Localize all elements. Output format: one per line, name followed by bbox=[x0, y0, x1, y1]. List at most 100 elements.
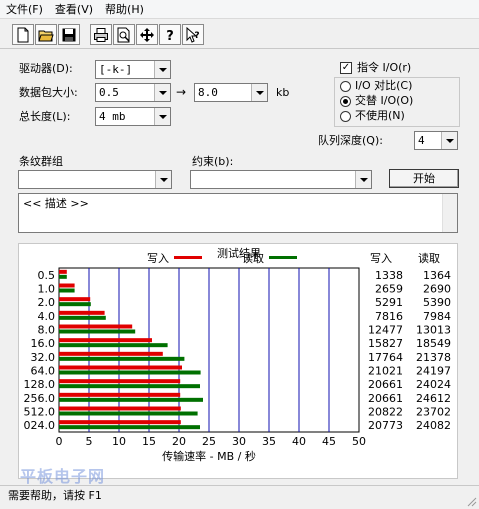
y-tick-label: 64.0 bbox=[31, 365, 56, 378]
y-tick-label: 2.0 bbox=[38, 296, 56, 309]
io-none-label: 不使用(N) bbox=[355, 109, 405, 122]
context-help-icon[interactable]: ? bbox=[182, 24, 204, 45]
drive-select[interactable]: [-k-] bbox=[95, 60, 171, 79]
bar-read bbox=[59, 411, 198, 416]
results-chart: 测试结果写入 读取 写入 读取0 5 10 15 20 25 30 35 40 45 50传输速率 - M… bbox=[24, 247, 452, 463]
bar-read bbox=[59, 425, 200, 430]
bar-write bbox=[59, 351, 163, 356]
io-compare-radio[interactable] bbox=[340, 81, 351, 92]
x-tick-label: 10 bbox=[112, 435, 126, 448]
description-textarea[interactable]: << 描述 >> bbox=[18, 193, 458, 233]
total-length-label: 总长度(L): bbox=[19, 110, 71, 123]
svg-text:?: ? bbox=[194, 31, 199, 41]
bar-read bbox=[59, 329, 136, 334]
chevron-down-icon[interactable] bbox=[155, 171, 171, 188]
queue-depth-select[interactable]: 4 bbox=[414, 131, 458, 150]
io-overlap-radio[interactable] bbox=[340, 96, 351, 107]
print-preview-icon[interactable] bbox=[113, 24, 135, 45]
x-tick-label: 35 bbox=[262, 435, 276, 448]
write-column-header: 写入 bbox=[370, 252, 392, 265]
chevron-down-icon[interactable] bbox=[441, 132, 457, 149]
status-bar: 需要帮助，请按 F1 bbox=[0, 485, 479, 509]
bar-read bbox=[59, 274, 67, 279]
read-value: 24197 bbox=[416, 365, 451, 378]
legend-label-write: 写入 bbox=[147, 252, 169, 265]
read-column-header: 读取 bbox=[418, 251, 440, 265]
bar-write bbox=[59, 420, 181, 425]
write-value: 12477 bbox=[368, 324, 403, 337]
write-value: 7816 bbox=[375, 310, 403, 323]
bar-read bbox=[59, 288, 75, 293]
y-tick-label: 0.5 bbox=[38, 269, 56, 282]
x-tick-label: 45 bbox=[322, 435, 336, 448]
bar-read bbox=[59, 343, 168, 348]
description-text: << 描述 >> bbox=[23, 197, 89, 210]
help-icon[interactable]: ? bbox=[159, 24, 181, 45]
bar-write bbox=[59, 283, 75, 288]
constraint-select[interactable] bbox=[190, 170, 372, 189]
stripe-group-select[interactable] bbox=[18, 170, 172, 189]
y-tick-label: 512.0 bbox=[24, 406, 56, 419]
chevron-down-icon[interactable] bbox=[251, 84, 267, 101]
drive-label: 驱动器(D): bbox=[19, 62, 73, 75]
packet-to-select[interactable]: 8.0 bbox=[194, 83, 268, 102]
x-tick-label: 30 bbox=[232, 435, 246, 448]
bar-write bbox=[59, 392, 181, 397]
queue-depth-label: 队列深度(Q): bbox=[318, 134, 383, 147]
chevron-down-icon[interactable] bbox=[154, 108, 170, 125]
y-tick-label: 8.0 bbox=[38, 324, 56, 337]
packet-unit: kb bbox=[276, 86, 290, 99]
packet-from-value: 0.5 bbox=[99, 86, 119, 99]
bar-write bbox=[59, 324, 133, 329]
y-tick-label: 128.0 bbox=[24, 378, 56, 391]
menu-bar: 文件(F) 查看(V) 帮助(H) bbox=[0, 0, 479, 19]
read-value: 18549 bbox=[416, 337, 451, 350]
io-compare-label: I/O 对比(C) bbox=[355, 79, 413, 92]
bar-write bbox=[59, 297, 91, 302]
packet-to-value: 8.0 bbox=[198, 86, 218, 99]
menu-help[interactable]: 帮助(H) bbox=[99, 0, 150, 19]
chevron-down-icon[interactable] bbox=[355, 171, 371, 188]
chevron-down-icon[interactable] bbox=[154, 61, 170, 78]
chevron-down-icon[interactable] bbox=[154, 84, 170, 101]
packet-from-select[interactable]: 0.5 bbox=[95, 83, 171, 102]
move-icon[interactable] bbox=[136, 24, 158, 45]
new-icon[interactable] bbox=[12, 24, 34, 45]
bar-write bbox=[59, 269, 67, 274]
bar-read bbox=[59, 315, 106, 320]
open-icon[interactable] bbox=[35, 24, 57, 45]
y-tick-label: 256.0 bbox=[24, 392, 56, 405]
write-value: 21021 bbox=[368, 365, 403, 378]
read-value: 7984 bbox=[423, 310, 451, 323]
io-none-radio[interactable] bbox=[340, 111, 351, 122]
write-value: 20661 bbox=[368, 392, 403, 405]
menu-view[interactable]: 查看(V) bbox=[49, 0, 99, 19]
write-value: 20822 bbox=[368, 406, 403, 419]
x-tick-label: 15 bbox=[142, 435, 156, 448]
read-value: 24612 bbox=[416, 392, 451, 405]
resize-grip-icon[interactable] bbox=[465, 495, 477, 507]
save-icon[interactable] bbox=[58, 24, 80, 45]
read-value: 5390 bbox=[423, 296, 451, 309]
print-icon[interactable] bbox=[90, 24, 112, 45]
description-scrollbar[interactable] bbox=[442, 194, 457, 232]
total-length-value: 4 mb bbox=[99, 110, 126, 123]
y-tick-label: 4.0 bbox=[38, 310, 56, 323]
direct-io-checkbox[interactable]: ✓ bbox=[340, 62, 352, 74]
y-tick-label: 024.0 bbox=[24, 419, 56, 432]
bar-read bbox=[59, 384, 200, 389]
menu-file[interactable]: 文件(F) bbox=[0, 0, 49, 19]
start-button[interactable]: 开始 bbox=[389, 169, 459, 188]
write-value: 15827 bbox=[368, 337, 403, 350]
legend-swatch-write bbox=[174, 256, 202, 259]
write-value: 20661 bbox=[368, 378, 403, 391]
legend-label-read: 读取 bbox=[242, 251, 264, 265]
bar-read bbox=[59, 356, 185, 361]
x-tick-label: 5 bbox=[86, 435, 93, 448]
x-tick-label: 40 bbox=[292, 435, 306, 448]
arrow-right-icon: → bbox=[176, 85, 187, 99]
svg-text:?: ? bbox=[166, 29, 174, 43]
read-value: 1364 bbox=[423, 269, 451, 282]
x-tick-label: 20 bbox=[172, 435, 186, 448]
total-length-select[interactable]: 4 mb bbox=[95, 107, 171, 126]
